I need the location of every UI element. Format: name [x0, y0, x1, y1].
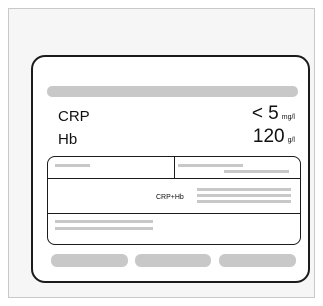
panel-right-placeholder-1	[178, 164, 243, 167]
result-panel: CRP+Hb	[47, 156, 301, 245]
footer-button-left[interactable]	[51, 254, 128, 267]
panel-bottom-placeholder-1	[55, 220, 153, 223]
hb-unit: g/l	[287, 137, 295, 144]
footer-button-right[interactable]	[219, 254, 296, 267]
combined-label: CRP+Hb	[156, 194, 184, 201]
hb-result: 120 g/l	[253, 127, 295, 146]
panel-divider-bottom	[48, 213, 300, 214]
panel-left-placeholder	[55, 164, 90, 167]
panel-divider-vertical	[174, 157, 175, 178]
crp-label: CRP	[58, 108, 90, 125]
panel-divider-top	[48, 178, 300, 179]
footer-button-middle[interactable]	[135, 254, 211, 267]
crp-value: < 5	[251, 103, 279, 124]
combined-placeholder-3	[197, 200, 291, 203]
screen-frame: CRP < 5 mg/l Hb 120 g/l CRP+Hb	[8, 8, 315, 298]
panel-right-placeholder-2	[224, 170, 289, 173]
crp-result: < 5 mg/l	[252, 104, 295, 123]
hb-label: Hb	[58, 131, 78, 148]
instrument-screen: CRP < 5 mg/l Hb 120 g/l CRP+Hb	[31, 55, 310, 283]
panel-bottom-placeholder-2	[55, 227, 153, 230]
crp-unit: mg/l	[281, 114, 295, 121]
combined-placeholder-2	[197, 194, 291, 197]
hb-value: 120	[252, 126, 285, 147]
screen-header-placeholder	[47, 86, 298, 97]
combined-placeholder-1	[197, 188, 291, 191]
